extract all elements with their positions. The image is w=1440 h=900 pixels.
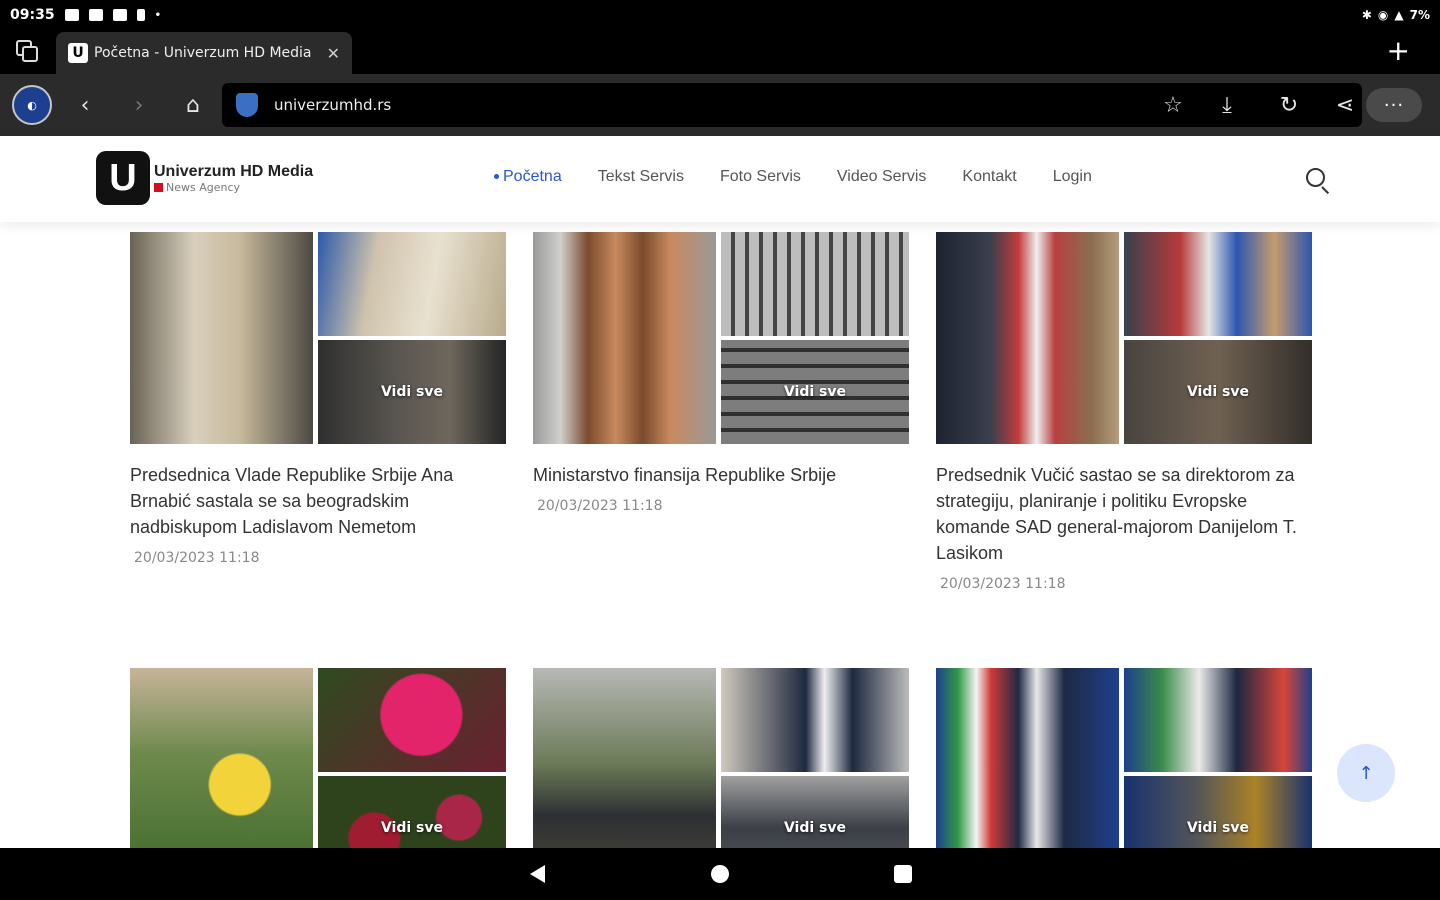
wifi-icon: ◉ <box>1377 8 1389 22</box>
logo-red-square <box>154 182 163 192</box>
card-date: 20/03/2023 11:18 <box>537 498 663 514</box>
gallery-photos[interactable]: Vidi sve <box>130 232 506 444</box>
gallery-thumb-photo[interactable] <box>318 232 506 336</box>
more-menu-button[interactable]: ··· <box>1366 88 1422 122</box>
gallery-thumb-photo[interactable] <box>1124 668 1312 772</box>
reload-icon[interactable]: ↻ <box>1270 86 1308 124</box>
status-bar: 09:35 • ✱ ◉ ▲ 7% <box>0 0 1440 30</box>
nav-item-foto-servis[interactable]: Foto Servis <box>720 168 801 186</box>
nav-item-kontakt[interactable]: Kontakt <box>962 168 1016 186</box>
notification-icon <box>64 9 79 21</box>
logo-name: Univerzum HD Media <box>154 162 314 180</box>
nav-item-tekst-servis[interactable]: Tekst Servis <box>598 168 684 186</box>
forward-icon[interactable]: › <box>120 86 158 124</box>
nav-item-video-servis[interactable]: Video Servis <box>837 168 927 186</box>
gallery-thumb-photo[interactable] <box>721 232 909 336</box>
system-nav-bar <box>0 848 1440 900</box>
logo-mark: U <box>96 151 150 205</box>
card-title[interactable]: Predsednica Vlade Republike Srbije Ana B… <box>130 462 506 540</box>
share-icon[interactable]: ⋖ <box>1326 86 1364 124</box>
new-tab-icon[interactable]: + <box>1387 36 1410 66</box>
browser-toolbar: ◐ ‹ › ⌂ univerzumhd.rs ☆ ⤓ ↻ ⋖ ··· <box>0 74 1440 136</box>
site-logo[interactable]: U Univerzum HD Media News Agency <box>96 151 313 205</box>
card-title[interactable]: Ministarstvo finansija Republike Srbije <box>533 462 909 488</box>
system-home-icon[interactable] <box>711 865 729 883</box>
system-recents-icon[interactable] <box>894 865 912 883</box>
view-all-link[interactable]: Vidi sve <box>721 340 909 444</box>
url-text: univerzumhd.rs <box>274 96 392 114</box>
nav-item-pocetna[interactable]: Početna <box>494 168 562 186</box>
mail-icon <box>88 9 103 21</box>
view-all-link[interactable]: Vidi sve <box>318 340 506 444</box>
gallery-main-photo[interactable] <box>130 232 313 444</box>
more-notifications-icon: • <box>154 9 161 21</box>
home-icon[interactable]: ⌂ <box>174 86 212 124</box>
gallery-card[interactable]: Vidi sve Predsednik Vučić sastao se sa d… <box>936 232 1312 592</box>
scroll-to-top-button[interactable]: ↑ <box>1337 744 1395 802</box>
battery-level: 7% <box>1409 8 1430 22</box>
tab-favicon: U <box>68 43 88 63</box>
status-time: 09:35 <box>10 7 55 23</box>
gallery-photos[interactable]: Vidi sve <box>533 232 909 444</box>
gallery-main-photo[interactable] <box>533 232 716 444</box>
site-header: U Univerzum HD Media News Agency Početna… <box>0 136 1440 222</box>
mail-icon <box>112 9 127 21</box>
card-date: 20/03/2023 11:18 <box>134 550 260 566</box>
tab-title: Početna - Univerzum HD Media <box>94 45 312 61</box>
gallery-thumb-photo[interactable] <box>318 668 506 772</box>
bookmark-star-icon[interactable]: ☆ <box>1154 86 1192 124</box>
nav-item-login[interactable]: Login <box>1053 168 1092 186</box>
download-icon[interactable]: ⤓ <box>1208 86 1246 124</box>
profile-avatar[interactable]: ◐ <box>12 85 52 125</box>
tab-switcher-icon[interactable] <box>14 38 42 66</box>
system-back-icon[interactable] <box>530 865 545 883</box>
gallery-thumb-photo[interactable] <box>1124 232 1312 336</box>
arrow-up-icon: ↑ <box>1358 762 1374 784</box>
gallery-card[interactable]: Vidi sve Predsednica Vlade Republike Srb… <box>130 232 506 566</box>
signal-icon: ▲ <box>1394 8 1404 22</box>
bluetooth-icon: ✱ <box>1361 8 1372 22</box>
card-date: 20/03/2023 11:18 <box>940 576 1066 592</box>
shield-icon <box>236 93 258 117</box>
gallery-card[interactable]: Vidi sve Ministarstvo finansija Republik… <box>533 232 909 514</box>
main-nav: Početna Tekst Servis Foto Servis Video S… <box>494 168 1092 186</box>
card-title[interactable]: Predsednik Vučić sastao se sa direktorom… <box>936 462 1312 566</box>
search-icon[interactable] <box>1304 166 1332 195</box>
tab-strip: U Početna - Univerzum HD Media ✕ + <box>0 30 1440 74</box>
battery-saver-icon <box>136 9 145 21</box>
back-icon[interactable]: ‹ <box>66 86 104 124</box>
gallery-main-photo[interactable] <box>936 232 1119 444</box>
close-tab-icon[interactable]: ✕ <box>327 44 340 63</box>
view-all-link[interactable]: Vidi sve <box>1124 340 1312 444</box>
logo-subtitle: News Agency <box>166 180 241 194</box>
gallery-photos[interactable]: Vidi sve <box>936 232 1312 444</box>
browser-tab[interactable]: U Početna - Univerzum HD Media ✕ <box>56 32 352 74</box>
gallery-thumb-photo[interactable] <box>721 668 909 772</box>
